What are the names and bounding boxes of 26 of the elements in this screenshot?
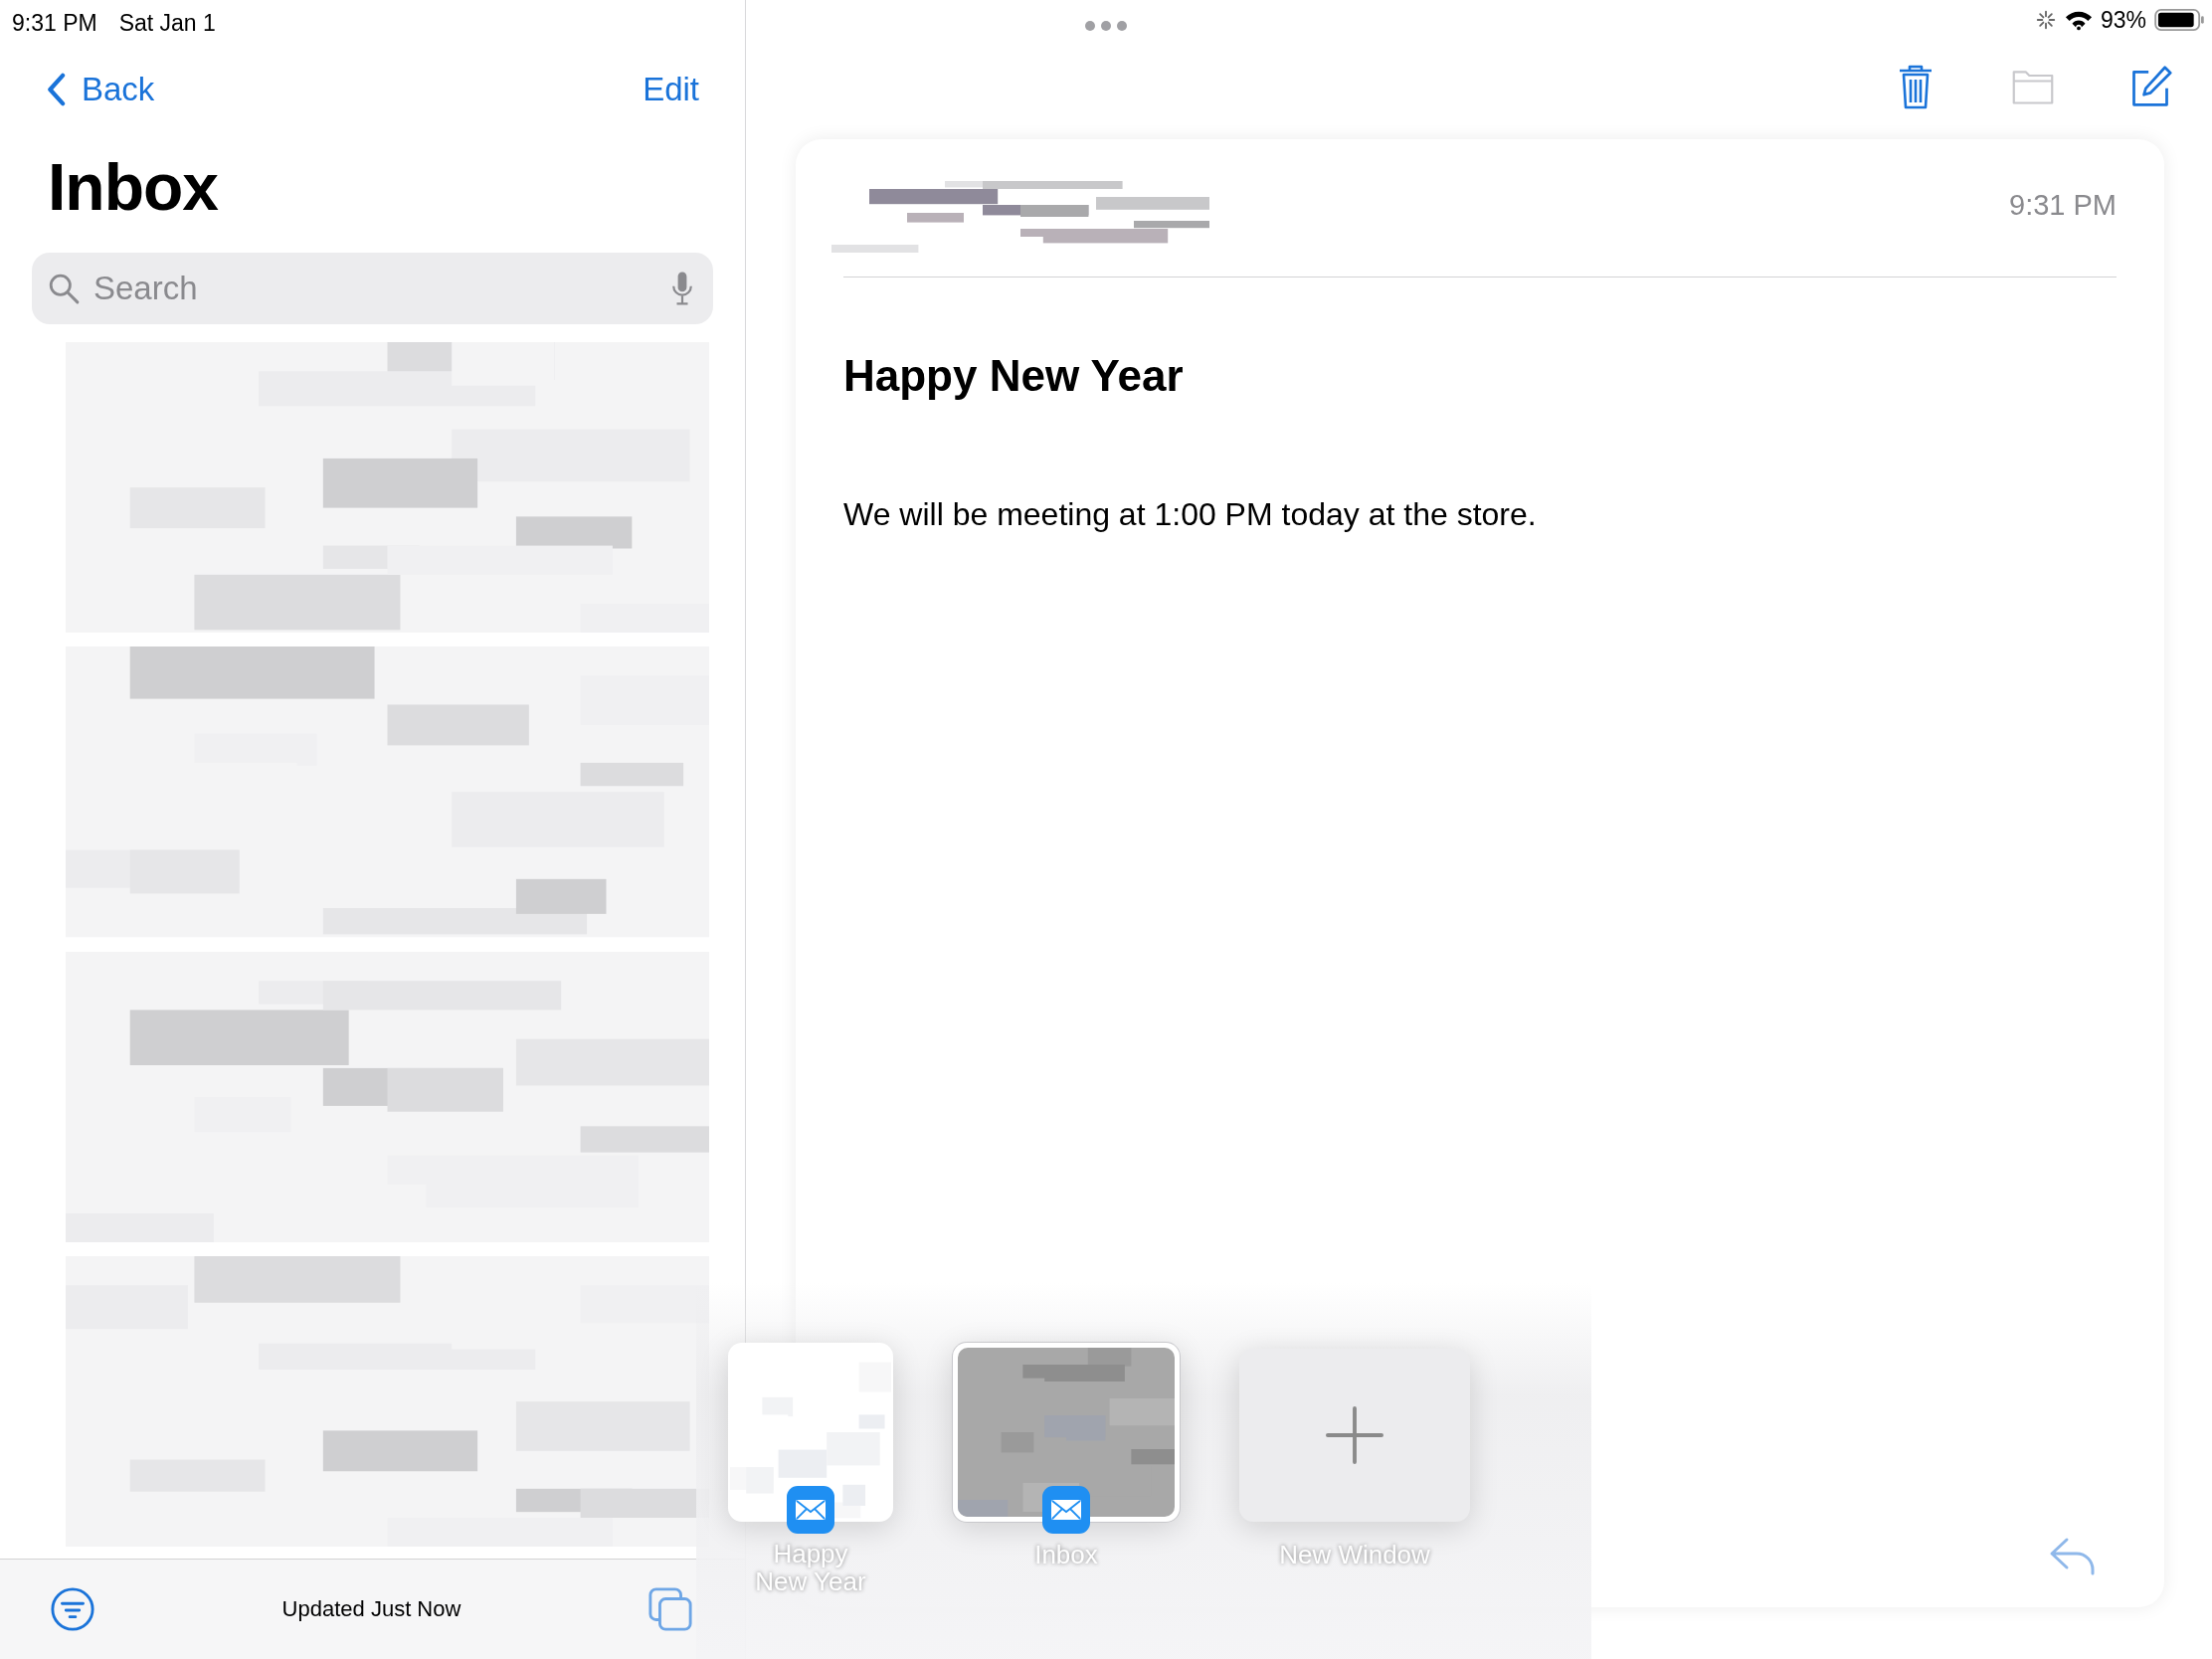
chevron-left-icon (46, 73, 66, 106)
stacked-squares-icon[interactable] (647, 1586, 693, 1632)
message-subject: Happy New Year (843, 350, 1185, 401)
reply-icon[interactable] (2049, 1536, 2097, 1575)
inbox-title: Inbox (47, 149, 219, 226)
wifi-icon (2064, 9, 2093, 31)
plus-icon (1326, 1406, 1383, 1464)
message-body: We will be meeting at 1:00 PM today at the store. (843, 495, 1538, 533)
battery-icon (2154, 9, 2204, 31)
search-input[interactable]: Search (92, 269, 659, 308)
status-time: 9:31 PM (12, 9, 97, 37)
activity-icon (2034, 9, 2057, 31)
status-date: Sat Jan 1 (118, 9, 216, 37)
battery-percent: 93% (2100, 6, 2146, 34)
update-status: Updated Just Now (281, 1596, 461, 1622)
microphone-icon[interactable] (671, 271, 693, 306)
mail-icon (1042, 1486, 1090, 1534)
back-button[interactable]: Back (46, 71, 155, 108)
edit-button[interactable]: Edit (643, 71, 699, 108)
message-time: 9:31 PM (2009, 188, 2117, 222)
mail-icon (787, 1486, 834, 1534)
search-field[interactable]: Search (32, 253, 713, 324)
more-icon[interactable] (1084, 20, 1128, 32)
filter-icon[interactable] (50, 1586, 95, 1632)
window-label: New Window (1279, 1540, 1430, 1570)
search-icon (48, 273, 80, 304)
